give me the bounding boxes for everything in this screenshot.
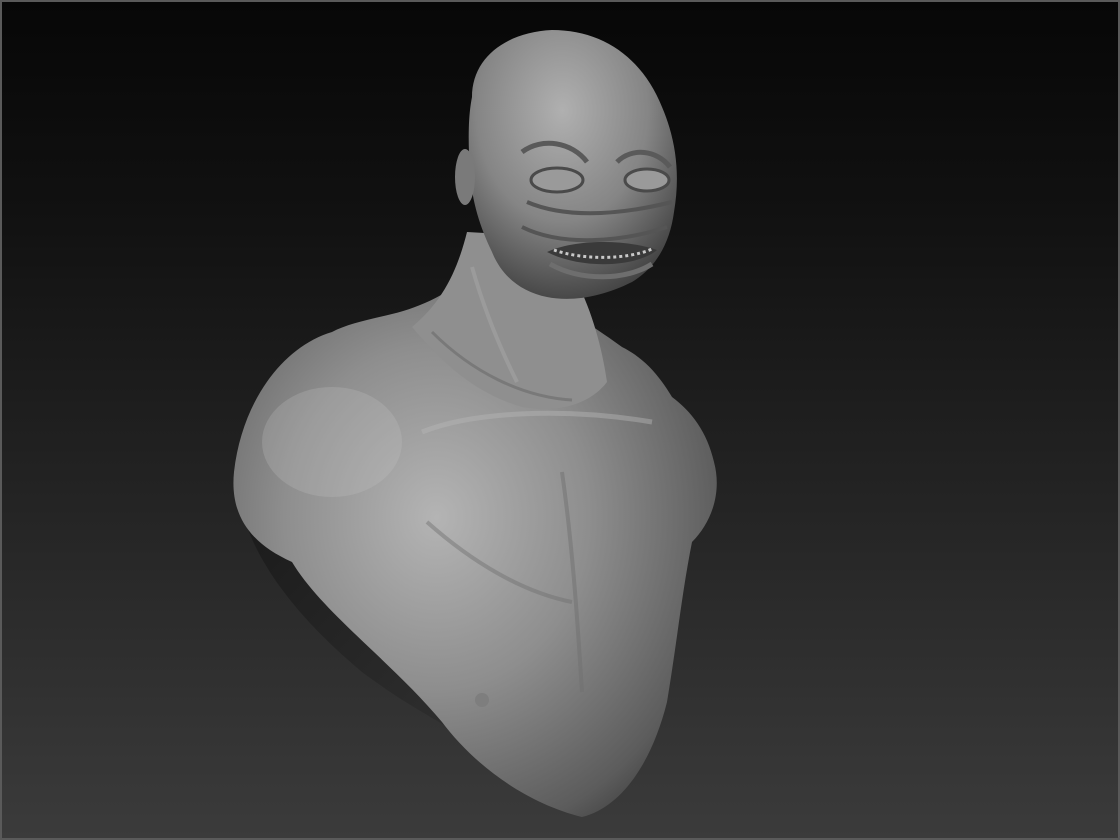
right-eye xyxy=(623,167,671,193)
3d-viewport[interactable] xyxy=(0,0,1120,840)
nipple xyxy=(475,693,489,707)
left-eye xyxy=(529,166,585,194)
ear xyxy=(455,149,475,205)
sculpted-bust-model[interactable] xyxy=(2,2,1120,840)
